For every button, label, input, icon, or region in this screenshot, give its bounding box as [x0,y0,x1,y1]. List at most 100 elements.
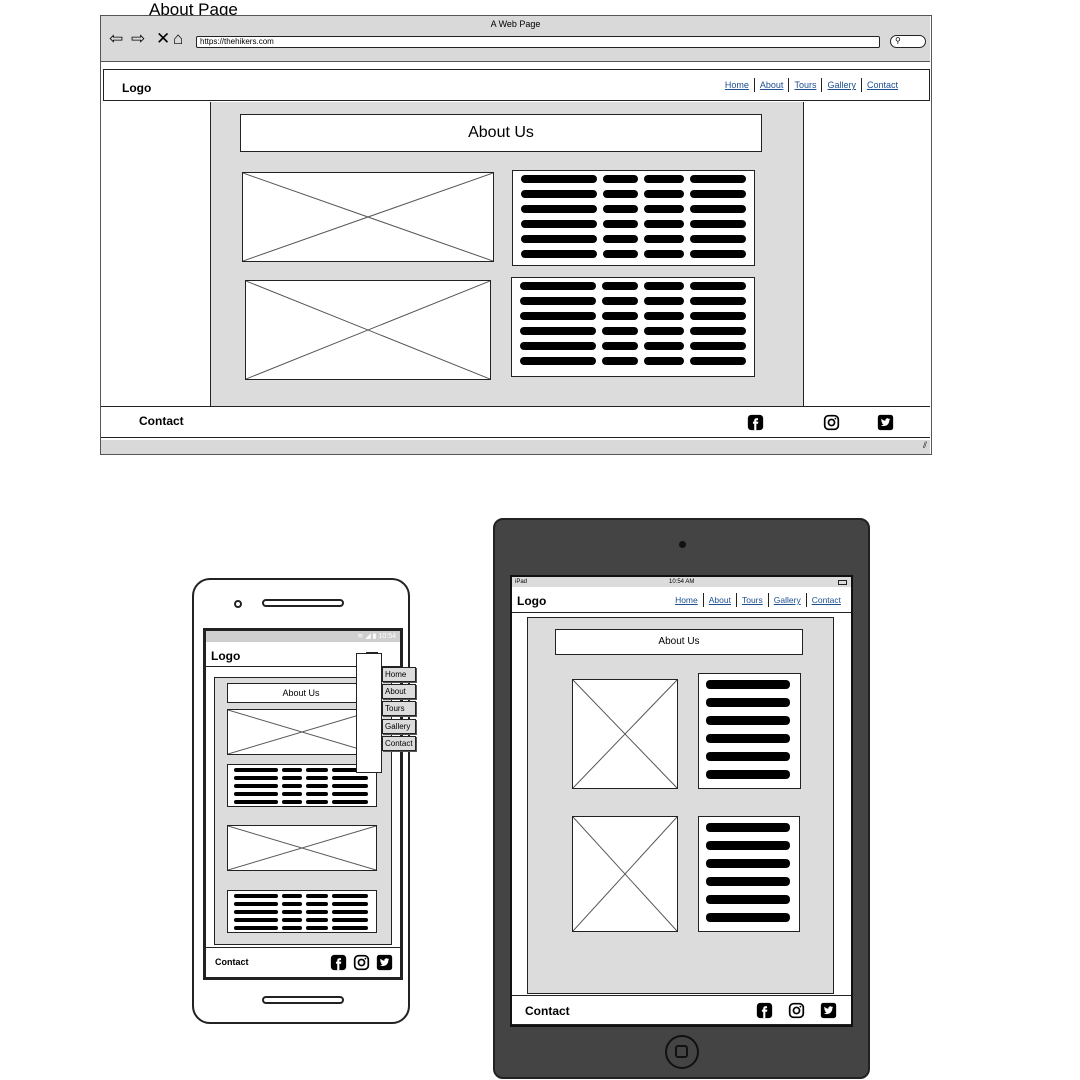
site-logo[interactable]: Logo [122,81,151,95]
menu-item-tours[interactable]: Tours [382,701,416,716]
nav-tours-link[interactable]: Tours [737,595,768,605]
url-input[interactable]: https://thehikers.com [196,36,880,48]
scribble-word [706,698,790,707]
scribble-word [706,734,790,743]
scribble-line [234,800,370,806]
phone-camera [234,600,242,608]
tablet-header: Logo Home About Tours Gallery Contact [512,587,851,613]
instagram-icon[interactable] [788,1002,805,1019]
text-placeholder [227,764,377,807]
forward-arrow-icon[interactable]: ⇨ [131,30,145,48]
facebook-icon[interactable] [756,1002,773,1019]
menu-item-about[interactable]: About [382,684,416,699]
home-icon[interactable]: ⌂ [173,30,183,48]
text-placeholder [698,673,801,789]
twitter-icon[interactable] [877,414,894,431]
back-arrow-icon[interactable]: ⇦ [109,30,123,48]
scribble-line [234,902,370,908]
scribble-line [234,926,370,932]
scribble-line [706,841,792,852]
footer-contact[interactable]: Contact [215,957,249,967]
scribble-word [282,918,302,922]
facebook-icon[interactable] [747,414,764,431]
scribble-line [706,752,793,763]
twitter-icon[interactable] [820,1002,837,1019]
scribble-word [520,312,596,320]
scribble-word [234,926,278,930]
tablet-home-button[interactable] [665,1035,699,1069]
scribble-word [602,190,639,198]
scribble-word [520,297,596,305]
scribble-line [520,342,746,352]
menu-item-contact[interactable]: Contact [382,736,416,751]
scribble-word [306,792,328,796]
scribble-line [234,910,370,916]
scribble-word [644,250,685,258]
browser-status-bar: ⫽ [101,440,930,454]
desktop-browser-wireframe: A Web Page ⇦ ⇨ ✕ ⌂ https://thehikers.com… [100,15,932,455]
nav-about-link[interactable]: About [704,595,736,605]
instagram-icon[interactable] [823,414,840,431]
nav-contact-link[interactable]: Contact [862,80,903,90]
scribble-word [234,800,278,804]
browser-toolbar: A Web Page ⇦ ⇨ ✕ ⌂ https://thehikers.com… [101,16,930,62]
battery-icon [838,580,847,585]
scribble-word [521,220,597,228]
scribble-word [306,902,328,906]
menu-item-home[interactable]: Home [382,667,416,682]
scribble-word [520,327,596,335]
scribble-line [234,792,370,798]
scribble-word [602,250,639,258]
status-time: 10:54 AM [669,579,695,585]
image-placeholder [227,709,377,755]
scribble-word [690,235,747,243]
nav-home-link[interactable]: Home [720,80,754,90]
nav-gallery-link[interactable]: Gallery [769,595,806,605]
footer-contact[interactable]: Contact [525,1004,570,1018]
site-header: Logo Home About Tours Gallery Contact [103,69,930,101]
nav-tours-link[interactable]: Tours [789,80,821,90]
scribble-word [706,877,790,886]
scribble-word [644,175,685,183]
scribble-line [234,918,370,924]
resize-grip-icon[interactable]: ⫽ [923,440,927,451]
site-logo[interactable]: Logo [211,649,240,663]
window-title: A Web Page [490,19,541,29]
content-area: About Us [210,102,804,406]
menu-item-gallery[interactable]: Gallery [382,719,416,734]
nav-home-link[interactable]: Home [670,595,703,605]
scribble-word [332,792,368,796]
facebook-icon[interactable] [330,954,347,971]
twitter-icon[interactable] [376,954,393,971]
scribble-word [306,910,328,914]
scribble-word [602,312,638,320]
scribble-word [644,282,684,290]
instagram-icon[interactable] [353,954,370,971]
home-square-icon [675,1045,688,1058]
scribble-word [282,768,302,772]
scribble-word [690,282,746,290]
nav-about-link[interactable]: About [755,80,789,90]
scribble-word [234,910,278,914]
tablet-wireframe: iPad 10:54 AM Logo Home About Tours Gall… [493,518,870,1079]
scribble-word [690,312,746,320]
site-logo[interactable]: Logo [517,594,546,608]
scribble-word [521,175,597,183]
nav-gallery-link[interactable]: Gallery [822,80,861,90]
footer-contact[interactable]: Contact [139,414,184,428]
scribble-word [644,190,685,198]
scribble-word [644,312,684,320]
scribble-word [282,902,302,906]
scribble-word [234,784,278,788]
scribble-word [706,716,790,725]
browser-search-field[interactable]: ⚲ [890,35,926,48]
tablet-screen: iPad 10:54 AM Logo Home About Tours Gall… [510,575,853,1027]
hamburger-menu-icon[interactable] [366,652,378,656]
scribble-word [602,282,638,290]
close-x-icon[interactable]: ✕ [156,30,170,48]
scribble-line [706,734,793,745]
scribble-word [234,768,278,772]
scribble-word [521,205,597,213]
phone-home-button[interactable] [262,996,344,1004]
nav-contact-link[interactable]: Contact [807,595,846,605]
